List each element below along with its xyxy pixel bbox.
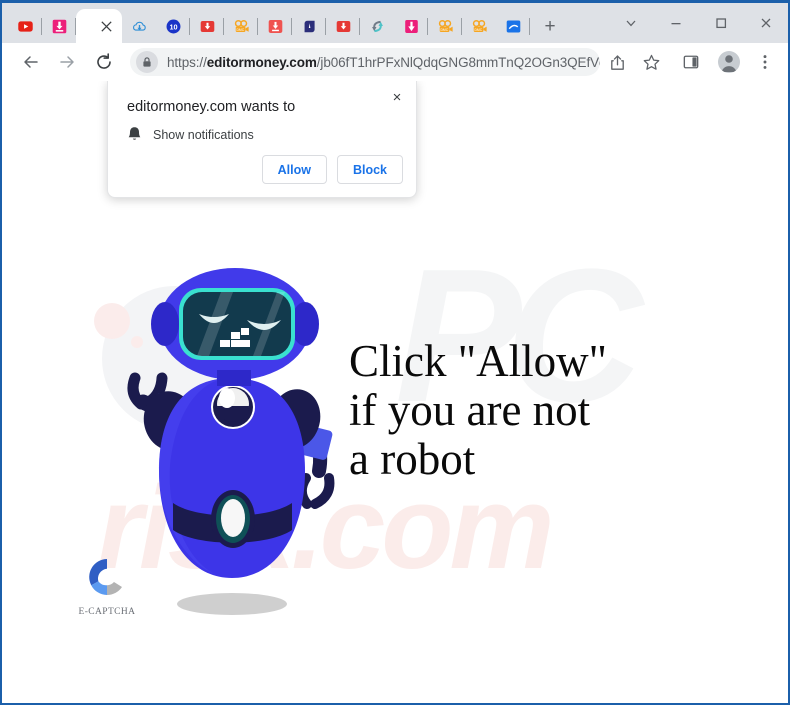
side-panel-icon [683, 55, 699, 69]
forward-button[interactable] [52, 47, 82, 77]
movie-camera3-icon: DMC [472, 19, 487, 32]
svg-text:10: 10 [169, 22, 177, 31]
close-icon [761, 18, 770, 28]
window-controls [608, 3, 788, 43]
svg-text:DMC: DMC [236, 28, 244, 32]
download-red-icon [200, 20, 214, 33]
maximize-icon [715, 18, 726, 29]
download-pink-icon [52, 19, 66, 34]
star-icon [643, 54, 659, 70]
tab-movie-camera-2[interactable]: DMC [428, 10, 462, 43]
movie-camera-icon: DMC [234, 19, 249, 32]
badge-10-icon: 10 [166, 19, 180, 34]
tab-download-pink[interactable] [42, 10, 76, 43]
ecaptcha-label: E-CAPTCHA [78, 607, 136, 617]
page-content: PC risk.com E-CAPTCHA Click "Allow" if y… [2, 81, 788, 703]
reload-button[interactable] [89, 47, 119, 77]
popup-actions: Allow Block [261, 155, 403, 184]
tab-badge-10[interactable]: 10 [156, 10, 190, 43]
url-text: https://editormoney.com/jb06fT1hrPFxNlQd… [167, 54, 600, 70]
tab-movie-camera-1[interactable]: DMC [224, 10, 258, 43]
youtube-icon [17, 21, 33, 32]
tab-movie-camera-3[interactable]: DMC [462, 10, 496, 43]
download-orange-icon [268, 20, 282, 33]
browser-menu-button[interactable] [750, 47, 780, 77]
new-tab-button[interactable]: + [536, 12, 564, 40]
minimize-button[interactable] [653, 4, 698, 42]
tab-strip: 10 DMC DMC DMC + [2, 3, 788, 43]
site-info-button[interactable] [136, 51, 158, 73]
back-button[interactable] [16, 47, 46, 77]
tab-download-orange[interactable] [258, 10, 292, 43]
tab-leaf-navy[interactable] [292, 10, 326, 43]
address-bar[interactable]: https://editormoney.com/jb06fT1hrPFxNlQd… [130, 48, 600, 76]
ecaptcha-c-logo [89, 559, 122, 596]
back-arrow-icon [24, 56, 38, 68]
block-button[interactable]: Block [336, 155, 403, 184]
tab-download-red[interactable] [190, 10, 224, 43]
tab-youtube[interactable] [8, 10, 42, 43]
reload-icon [97, 53, 111, 69]
profile-avatar-icon [718, 51, 740, 73]
popup-close-button[interactable]: × [386, 86, 408, 108]
download-red2-icon [336, 20, 350, 33]
forward-arrow-icon [60, 56, 74, 68]
chevron-down-icon [626, 20, 635, 27]
movie-camera2-icon: DMC [438, 19, 453, 32]
arc-blue-icon [506, 20, 520, 33]
profile-button[interactable] [714, 47, 744, 77]
close-icon: × [392, 88, 402, 106]
bell-icon [128, 127, 141, 140]
browser-window: 10 DMC DMC DMC + https://editormoney.com… [0, 0, 790, 705]
tab-download-magenta[interactable] [394, 10, 428, 43]
download-magenta-icon [404, 20, 418, 33]
permission-label: Show notifications [153, 127, 254, 142]
tab-arc-blue[interactable] [496, 10, 530, 43]
permission-row: Show notifications [127, 126, 254, 143]
three-dot-menu-icon [763, 55, 767, 69]
cloud-download-icon [132, 21, 146, 31]
tab-download-red-2[interactable] [326, 10, 360, 43]
leaf-navy-icon [304, 20, 315, 33]
share-button[interactable] [602, 47, 632, 77]
new-tab-label: + [544, 15, 556, 37]
allow-button[interactable]: Allow [261, 155, 327, 184]
notification-permission-popup: × editormoney.com wants to Show notifica… [107, 81, 417, 198]
sync-arrows-icon [371, 20, 383, 33]
tab-active-current[interactable] [76, 9, 122, 43]
minimize-icon [671, 23, 680, 25]
svg-text:DMC: DMC [440, 28, 448, 32]
side-panel-button[interactable] [676, 47, 706, 77]
tab-sync-arrows[interactable] [360, 10, 394, 43]
browser-toolbar: https://editormoney.com/jb06fT1hrPFxNlQd… [2, 43, 788, 81]
tab-search-button[interactable] [608, 4, 653, 42]
lock-icon [143, 57, 151, 67]
bookmark-button[interactable] [636, 47, 666, 77]
ecaptcha-logo: E-CAPTCHA [78, 554, 136, 617]
tab-cloud-download[interactable] [122, 10, 156, 43]
popup-title: editormoney.com wants to [127, 99, 296, 115]
maximize-button[interactable] [698, 4, 743, 42]
page-headline: Click "Allow" if you are not a robot [349, 336, 607, 484]
share-icon [610, 54, 624, 70]
svg-text:DMC: DMC [474, 28, 482, 32]
close-icon[interactable] [98, 18, 115, 35]
close-window-button[interactable] [743, 4, 788, 42]
